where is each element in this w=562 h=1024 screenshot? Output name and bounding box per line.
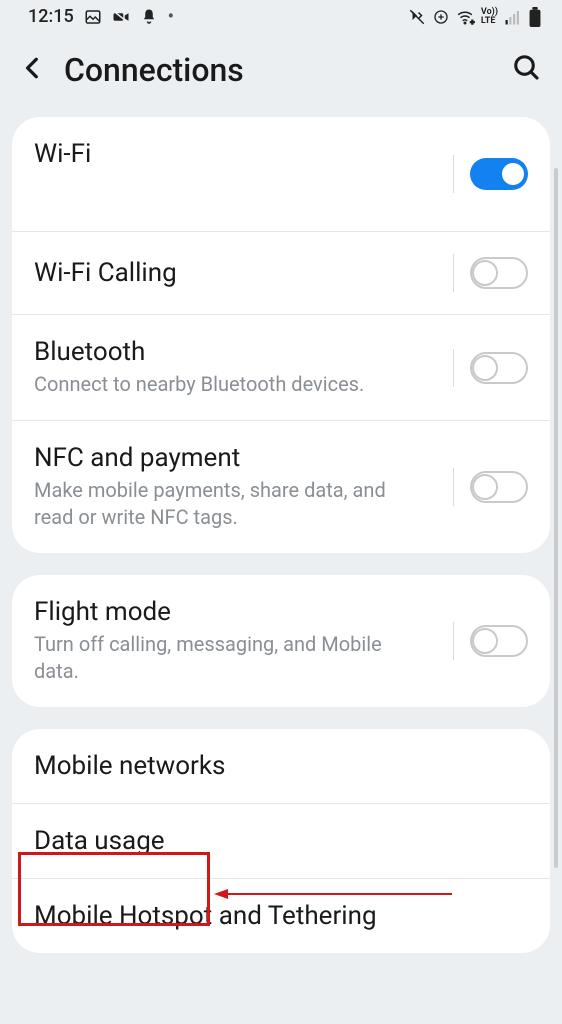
page-header: Connections: [0, 29, 562, 117]
row-title: Wi-Fi: [34, 139, 429, 169]
row-subtitle: Connect to nearby Bluetooth devices.: [34, 371, 429, 398]
data-saver-icon: [433, 8, 449, 26]
row-title: NFC and payment: [34, 443, 429, 473]
status-left: 12:15 •: [28, 6, 174, 27]
row-title: Data usage: [34, 826, 510, 856]
wifi-toggle[interactable]: [470, 158, 528, 190]
settings-group-3: Mobile networks Data usage Mobile Hotspo…: [12, 729, 550, 953]
row-title: Wi-Fi Calling: [34, 258, 429, 288]
scrollbar[interactable]: [554, 168, 558, 868]
page-title: Connections: [64, 51, 494, 89]
divider: [453, 155, 454, 193]
divider: [453, 349, 454, 387]
settings-group-1: Wi-Fi Wi-Fi Calling Bluetooth Connect to…: [12, 117, 550, 553]
row-title: Bluetooth: [34, 337, 429, 367]
dnd-icon: [140, 8, 158, 26]
row-title: Flight mode: [34, 597, 429, 627]
status-bar: 12:15 • + Vo)) LTE: [0, 0, 562, 29]
row-hotspot[interactable]: Mobile Hotspot and Tethering: [12, 879, 550, 953]
row-wifi-calling[interactable]: Wi-Fi Calling: [12, 232, 550, 315]
video-off-icon: [112, 8, 130, 26]
status-right: + Vo)) LTE: [407, 7, 542, 27]
volte-icon: Vo)) LTE: [481, 8, 498, 24]
row-data-usage[interactable]: Data usage: [12, 804, 550, 879]
row-title: Mobile networks: [34, 751, 510, 781]
row-flight-mode[interactable]: Flight mode Turn off calling, messaging,…: [12, 575, 550, 707]
flight-mode-toggle[interactable]: [470, 625, 528, 657]
row-mobile-networks[interactable]: Mobile networks: [12, 729, 550, 804]
settings-group-2: Flight mode Turn off calling, messaging,…: [12, 575, 550, 707]
signal-icon: [504, 8, 522, 26]
svg-text:+: +: [470, 17, 474, 26]
row-title: Mobile Hotspot and Tethering: [34, 901, 510, 931]
back-button[interactable]: [20, 55, 46, 85]
picture-icon: [84, 8, 102, 26]
wifi-icon: +: [455, 8, 475, 26]
row-subtitle: Make mobile payments, share data, and re…: [34, 477, 429, 531]
battery-icon: [528, 7, 542, 27]
nfc-toggle[interactable]: [470, 471, 528, 503]
row-nfc[interactable]: NFC and payment Make mobile payments, sh…: [12, 421, 550, 553]
wifi-calling-toggle[interactable]: [470, 257, 528, 289]
divider: [453, 622, 454, 660]
bluetooth-toggle[interactable]: [470, 352, 528, 384]
status-time: 12:15: [28, 6, 74, 27]
row-bluetooth[interactable]: Bluetooth Connect to nearby Bluetooth de…: [12, 315, 550, 421]
vibrate-icon: [407, 8, 427, 26]
search-button[interactable]: [512, 53, 542, 87]
wifi-network-placeholder: [34, 179, 294, 209]
more-dot-icon: •: [168, 6, 174, 27]
row-subtitle: Turn off calling, messaging, and Mobile …: [34, 631, 429, 685]
divider: [453, 468, 454, 506]
divider: [453, 254, 454, 292]
row-wifi[interactable]: Wi-Fi: [12, 117, 550, 232]
